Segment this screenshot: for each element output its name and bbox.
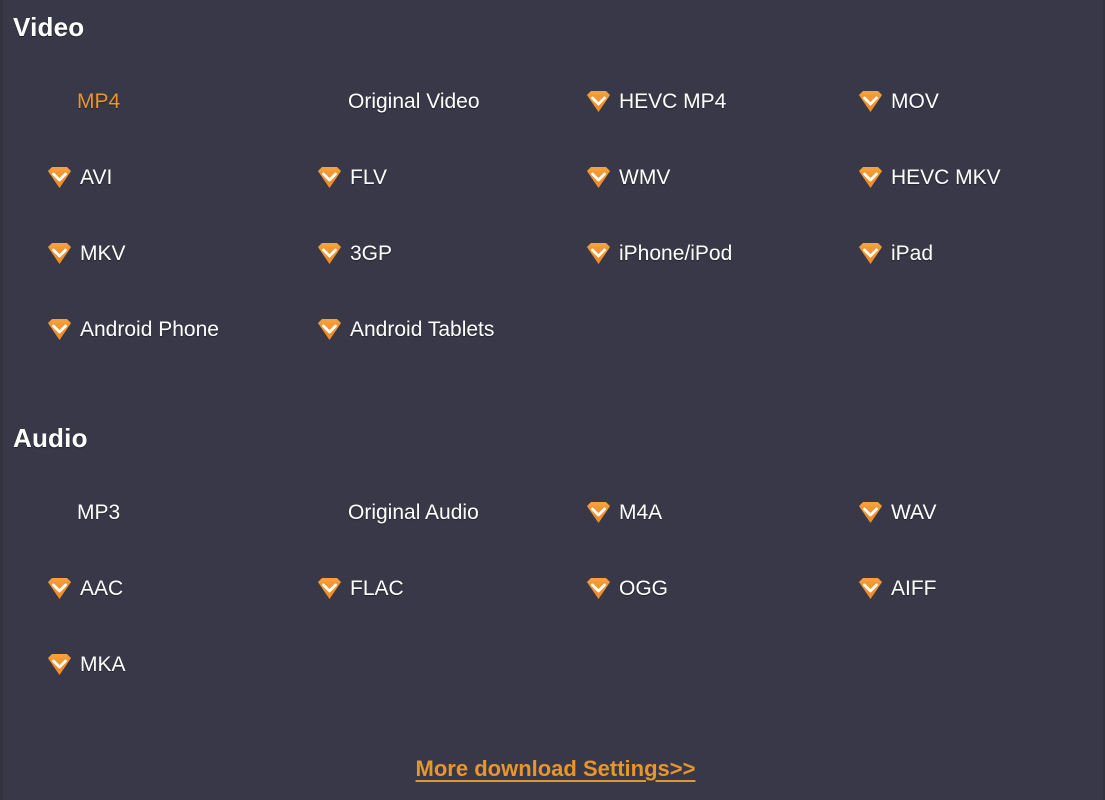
gem-icon	[48, 653, 71, 675]
format-option-label: MP3	[77, 500, 121, 524]
format-row: AVI FLV WMV HEVC MKV	[3, 162, 1105, 238]
download-format-panel: Video MP4 Original Video HEVC MP4 MOV AVI FLV…	[0, 0, 1105, 800]
format-option-label: MKV	[80, 241, 126, 265]
gem-icon	[859, 242, 882, 264]
format-option-wmv[interactable]: WMV	[586, 162, 670, 192]
format-option-label: WAV	[891, 500, 937, 524]
format-option-hevc-mp4[interactable]: HEVC MP4	[586, 86, 726, 116]
footer: More download Settings>>	[3, 756, 1105, 782]
format-row: MKA	[3, 649, 1105, 725]
format-option-flac[interactable]: FLAC	[317, 573, 404, 603]
format-option-label: iPhone/iPod	[619, 241, 733, 265]
format-option-wav[interactable]: WAV	[858, 497, 937, 527]
gem-icon	[587, 242, 610, 264]
format-row: MP4 Original Video HEVC MP4 MOV	[3, 86, 1105, 162]
format-option-label: FLV	[350, 165, 387, 189]
format-row: AAC FLAC OGG AIFF	[3, 573, 1105, 649]
format-option-label: AIFF	[891, 576, 937, 600]
format-option-label: Original Video	[348, 89, 480, 113]
format-option-m4a[interactable]: M4A	[586, 497, 662, 527]
gem-icon	[318, 577, 341, 599]
gem-icon	[587, 166, 610, 188]
gem-icon	[48, 242, 71, 264]
gem-icon	[587, 90, 610, 112]
gem-icon	[859, 166, 882, 188]
format-option-original-video[interactable]: Original Video	[348, 86, 480, 116]
gem-icon	[587, 577, 610, 599]
format-option-avi[interactable]: AVI	[47, 162, 112, 192]
gem-icon	[48, 166, 71, 188]
more-download-settings-link[interactable]: More download Settings>>	[416, 756, 696, 781]
audio-format-grid: MP3 Original Audio M4A WAV AAC FLAC OGG AIFF MKA	[3, 497, 1105, 725]
format-option-label: OGG	[619, 576, 669, 600]
format-option-aac[interactable]: AAC	[47, 573, 123, 603]
format-option-label: 3GP	[350, 241, 393, 265]
section-title-audio: Audio	[13, 423, 88, 453]
gem-icon	[587, 501, 610, 523]
format-option-label: WMV	[619, 165, 671, 189]
format-option-android-phone[interactable]: Android Phone	[47, 314, 219, 344]
format-option-mov[interactable]: MOV	[858, 86, 939, 116]
format-option-label: AAC	[80, 576, 124, 600]
format-option-ogg[interactable]: OGG	[586, 573, 668, 603]
format-option-android-tablets[interactable]: Android Tablets	[317, 314, 494, 344]
gem-icon	[48, 318, 71, 340]
format-option-flv[interactable]: FLV	[317, 162, 387, 192]
section-title-video: Video	[13, 12, 85, 42]
format-option-mkv[interactable]: MKV	[47, 238, 126, 268]
format-option-mp4[interactable]: MP4	[77, 86, 120, 116]
format-option-label: MOV	[891, 89, 939, 113]
format-option-label: M4A	[619, 500, 663, 524]
format-option-label: MP4	[77, 89, 121, 113]
format-option-3gp[interactable]: 3GP	[317, 238, 392, 268]
gem-icon	[859, 501, 882, 523]
video-format-grid: MP4 Original Video HEVC MP4 MOV AVI FLV WMV HEV…	[3, 86, 1105, 390]
format-option-original-audio[interactable]: Original Audio	[348, 497, 479, 527]
format-option-label: HEVC MP4	[619, 89, 727, 113]
format-option-label: FLAC	[350, 576, 404, 600]
format-option-mp3[interactable]: MP3	[77, 497, 120, 527]
format-option-aiff[interactable]: AIFF	[858, 573, 937, 603]
format-option-mka[interactable]: MKA	[47, 649, 126, 679]
format-option-ipad[interactable]: iPad	[858, 238, 933, 268]
gem-icon	[318, 318, 341, 340]
format-option-label: Android Tablets	[350, 317, 495, 341]
format-option-label: AVI	[80, 165, 113, 189]
format-option-label: MKA	[80, 652, 126, 676]
format-option-label: iPad	[891, 241, 934, 265]
format-row: Android Phone Android Tablets	[3, 314, 1105, 390]
format-row: MKV 3GP iPhone/iPod iPad	[3, 238, 1105, 314]
gem-icon	[859, 577, 882, 599]
gem-icon	[859, 90, 882, 112]
gem-icon	[318, 166, 341, 188]
gem-icon	[318, 242, 341, 264]
format-option-hevc-mkv[interactable]: HEVC MKV	[858, 162, 1001, 192]
format-option-iphone-ipod[interactable]: iPhone/iPod	[586, 238, 732, 268]
format-option-label: Android Phone	[80, 317, 219, 341]
gem-icon	[48, 577, 71, 599]
format-option-label: Original Audio	[348, 500, 479, 524]
format-option-label: HEVC MKV	[891, 165, 1001, 189]
format-row: MP3 Original Audio M4A WAV	[3, 497, 1105, 573]
